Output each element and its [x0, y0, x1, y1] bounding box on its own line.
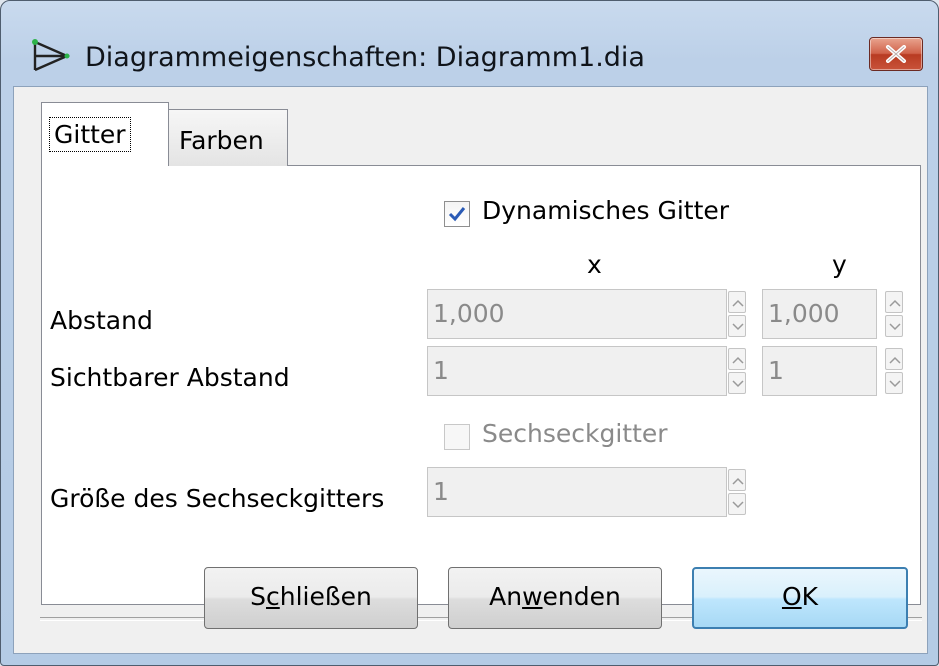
button-label: hließen [279, 582, 372, 611]
mnemonic: w [522, 582, 543, 611]
tab-farben[interactable]: Farben [168, 109, 288, 166]
spin-down-button[interactable] [728, 315, 746, 337]
dialog-body: Gitter Farben Dynamisches Gitter x y Abs… [13, 86, 928, 654]
spin-up-button[interactable] [728, 348, 746, 370]
dialog-window: Diagrammeigenschaften: Diagramm1.dia Git… [0, 0, 939, 666]
title-bar[interactable]: Diagrammeigenschaften: Diagramm1.dia [1, 1, 938, 86]
ok-button[interactable]: OK [692, 567, 908, 629]
chevron-down-icon [732, 380, 744, 388]
chevron-down-icon [732, 501, 744, 509]
visible-spacing-x-stepper[interactable] [728, 346, 748, 396]
visible-spacing-y-stepper[interactable] [885, 346, 905, 396]
spin-down-button[interactable] [885, 372, 903, 394]
tab-label: Farben [179, 126, 264, 155]
mnemonic: O [781, 582, 802, 611]
spin-down-button[interactable] [728, 372, 746, 394]
spacing-y-input[interactable]: 1,000 [762, 289, 877, 339]
apply-button[interactable]: Anwenden [448, 567, 662, 629]
spacing-label: Abstand [50, 306, 153, 335]
chevron-up-icon [732, 299, 744, 307]
spin-up-button[interactable] [728, 291, 746, 313]
spacing-x-stepper[interactable] [728, 289, 748, 339]
spin-down-button[interactable] [885, 315, 903, 337]
tab-gitter[interactable]: Gitter [41, 102, 169, 166]
close-icon [886, 45, 906, 63]
column-x-header: x [587, 250, 602, 279]
hex-size-label: Größe des Sechseckgitters [50, 484, 385, 513]
chevron-down-icon [732, 323, 744, 331]
visible-spacing-y-input[interactable]: 1 [762, 346, 877, 396]
chevron-up-icon [732, 356, 744, 364]
chevron-down-icon [889, 380, 901, 388]
hex-grid-label: Sechseckgitter [482, 419, 668, 448]
button-label: enden [542, 582, 621, 611]
visible-spacing-label: Sichtbarer Abstand [50, 363, 290, 392]
visible-spacing-x-input[interactable]: 1 [427, 346, 727, 396]
button-label: K [801, 582, 819, 611]
chevron-up-icon [889, 356, 901, 364]
hex-grid-checkbox[interactable] [444, 424, 470, 450]
column-y-header: y [832, 250, 847, 279]
spin-up-button[interactable] [728, 469, 746, 491]
spacing-x-input[interactable]: 1,000 [427, 289, 727, 339]
chevron-up-icon [732, 477, 744, 485]
check-icon [448, 207, 466, 222]
window-title: Diagrammeigenschaften: Diagramm1.dia [85, 42, 645, 73]
chevron-down-icon [889, 323, 901, 331]
dynamic-grid-label: Dynamisches Gitter [482, 196, 730, 225]
tab-label: Gitter [49, 117, 131, 152]
spin-up-button[interactable] [885, 348, 903, 370]
grid-tab-panel: Dynamisches Gitter x y Abstand 1,000 1,0… [41, 165, 921, 605]
spacing-y-stepper[interactable] [885, 289, 905, 339]
close-window-button[interactable] [869, 37, 923, 71]
dynamic-grid-checkbox[interactable] [444, 201, 470, 227]
chevron-up-icon [889, 299, 901, 307]
button-label: S [250, 582, 267, 611]
hex-size-input[interactable]: 1 [427, 467, 727, 517]
close-button[interactable]: Schließen [204, 567, 418, 629]
spin-down-button[interactable] [728, 493, 746, 515]
button-label: An [489, 582, 523, 611]
mnemonic: c [266, 582, 280, 611]
dia-app-icon [32, 39, 70, 72]
spin-up-button[interactable] [885, 291, 903, 313]
hex-size-stepper[interactable] [728, 467, 748, 517]
